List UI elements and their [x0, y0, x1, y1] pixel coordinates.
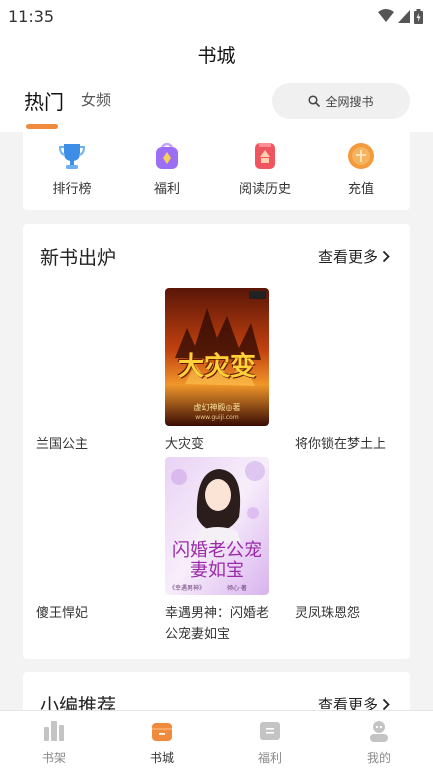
- quick-link-label: 充值: [347, 182, 374, 197]
- coin-icon: [348, 143, 374, 169]
- welfare-icon: [260, 722, 280, 740]
- book-cover-shanhun[interactable]: 闪婚老公宠妻如宝 《幸遇男神》 倾心·著: [165, 457, 269, 595]
- nav-item-welfare[interactable]: 福利: [235, 719, 305, 766]
- page-header: 书城: [0, 32, 433, 76]
- nav-label: 书城: [149, 751, 174, 765]
- book-title[interactable]: 将你锁在梦土上: [295, 434, 405, 455]
- cover-title: 闪婚老公宠妻如宝: [172, 540, 262, 581]
- section-title-new-books: 新书出炉: [40, 247, 117, 269]
- quick-link-label: 阅读历史: [238, 182, 291, 197]
- nav-label: 书架: [41, 751, 66, 765]
- cover-series: 《幸遇男神》: [169, 585, 206, 592]
- see-more-new-books-button[interactable]: 查看更多: [318, 246, 390, 267]
- nav-label: 我的: [366, 751, 391, 765]
- bookstore-icon: [152, 723, 172, 741]
- chevron-right-icon: [382, 250, 390, 263]
- search-button[interactable]: 全网搜书: [272, 83, 410, 119]
- nav-label: 福利: [257, 751, 282, 765]
- gift-bag-icon: [156, 142, 178, 169]
- trophy-icon: [58, 144, 86, 169]
- signal-icon: [398, 9, 410, 23]
- status-bar: 11:35: [0, 0, 433, 32]
- nav-item-bookshelf[interactable]: 书架: [19, 719, 89, 766]
- profile-icon: [370, 721, 388, 742]
- tab-hot[interactable]: 热门: [24, 86, 64, 115]
- see-more-label: 查看更多: [317, 248, 378, 266]
- status-icons: [378, 8, 423, 24]
- cover-author: 倾心·著: [227, 585, 247, 592]
- quick-link-recharge[interactable]: 充值: [321, 140, 401, 197]
- book-title[interactable]: 灵凤珠恩怨: [295, 603, 405, 624]
- status-time: 11:35: [8, 6, 55, 26]
- search-icon: [308, 95, 321, 107]
- book-title[interactable]: 大灾变: [165, 434, 275, 455]
- wifi-icon: [378, 9, 394, 22]
- book-title[interactable]: 傻王悍妃: [36, 603, 146, 624]
- cover-site: www.guiji.com: [195, 414, 239, 421]
- nav-item-profile[interactable]: 我的: [344, 719, 414, 766]
- nav-item-bookstore[interactable]: 书城: [127, 719, 197, 766]
- quick-link-history[interactable]: 阅读历史: [225, 140, 305, 197]
- cover-title: 大灾变: [177, 352, 256, 382]
- new-books-card: 新书出炉 查看更多 大灾变 虚幻神殿◎著 www.guiji.com 兰国公主 …: [23, 224, 410, 659]
- active-tab-indicator: [26, 124, 58, 129]
- quick-link-welfare[interactable]: 福利: [127, 140, 207, 197]
- history-icon: [255, 143, 275, 169]
- cover-author: 虚幻神殿◎著: [193, 403, 241, 412]
- bookshelf-icon: [44, 721, 64, 741]
- category-tabs: 热门 女频 全网搜书: [0, 76, 433, 132]
- book-title[interactable]: 兰国公主: [36, 434, 146, 455]
- book-cover-dazaibian[interactable]: 大灾变 虚幻神殿◎著 www.guiji.com: [165, 288, 269, 426]
- quick-link-label: 福利: [153, 182, 180, 197]
- battery-icon: [414, 8, 423, 24]
- page-title: 书城: [197, 44, 236, 67]
- search-label: 全网搜书: [325, 94, 374, 109]
- quick-link-label: 排行榜: [52, 182, 92, 197]
- bottom-nav: 书架 书城 福利 我的: [0, 710, 433, 771]
- tab-female[interactable]: 女频: [81, 89, 111, 110]
- quick-links-card: 排行榜 福利 阅读历史 充值: [23, 132, 410, 210]
- quick-link-ranking[interactable]: 排行榜: [32, 140, 112, 197]
- book-title[interactable]: 幸遇男神：闪婚老公宠妻如宝: [165, 603, 269, 645]
